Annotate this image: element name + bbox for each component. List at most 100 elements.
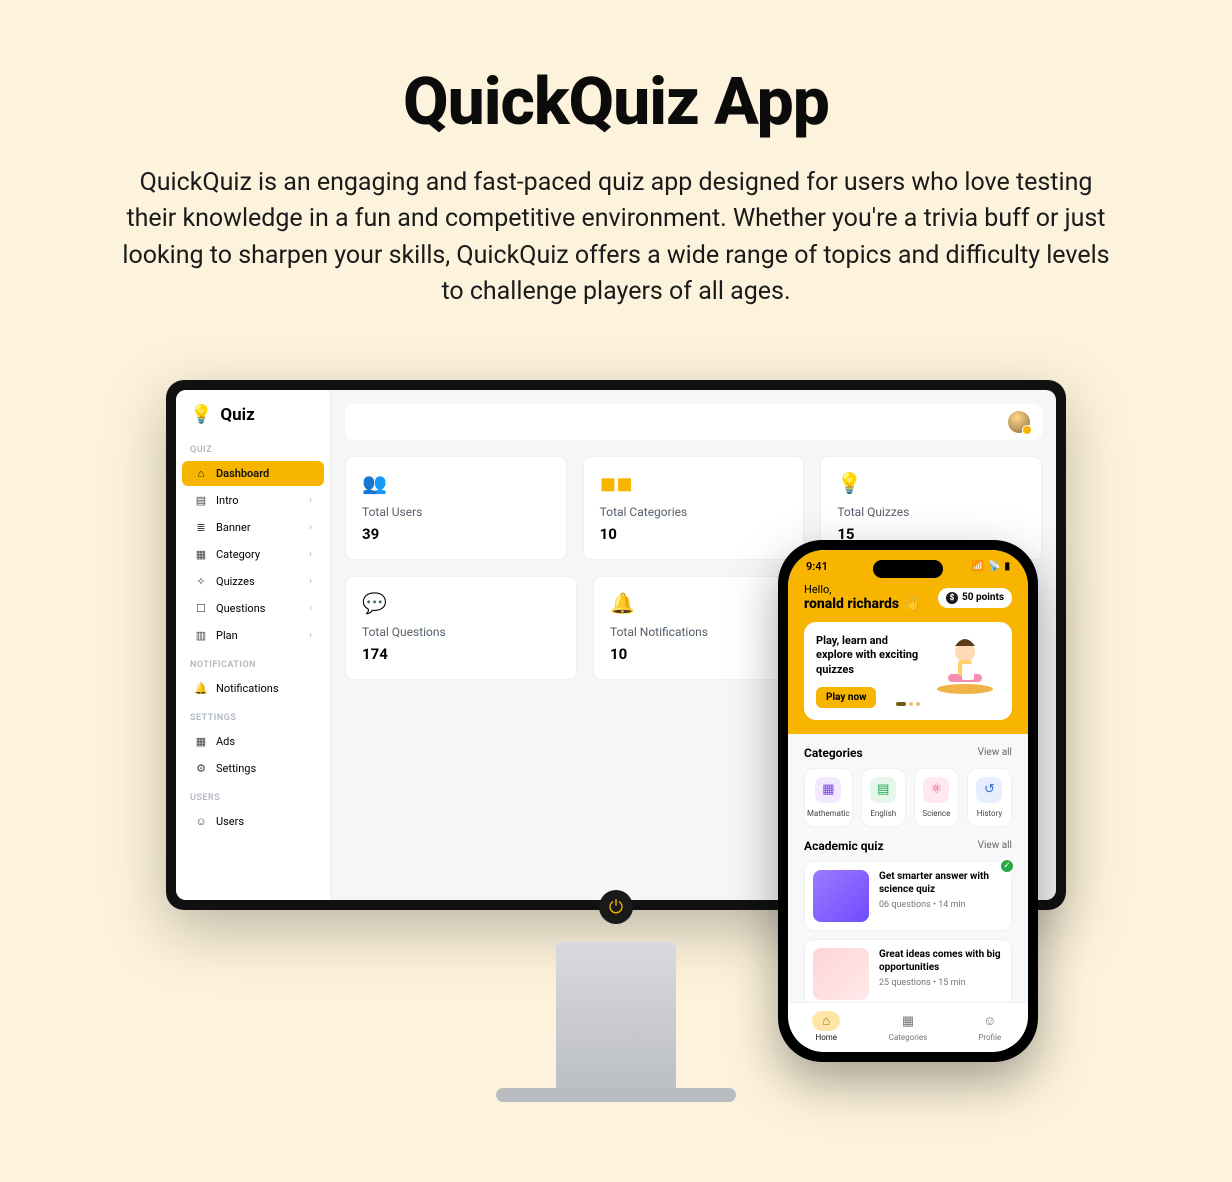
question-icon: ☐	[194, 602, 208, 615]
sidebar-item-label: Dashboard	[216, 467, 269, 480]
banner-icon: ≣	[194, 521, 208, 534]
category-label: Science	[917, 809, 956, 818]
chat-icon: 💬	[362, 591, 560, 615]
grid-icon: ▦	[194, 548, 208, 561]
sidebar-item-settings[interactable]: ⚙ Settings	[182, 756, 324, 781]
phone-mockup: 9:41 📶📡▮ Hello, ronald richards👋 $50 poi…	[778, 540, 1038, 1062]
gear-icon: ⚙	[194, 762, 208, 775]
history-icon: ↺	[976, 777, 1002, 803]
sidebar-item-label: Ads	[216, 735, 235, 748]
view-all-link[interactable]: View all	[978, 840, 1012, 851]
grid-icon: ▦	[894, 1011, 922, 1031]
stat-label: Total Questions	[362, 625, 560, 639]
sidebar-item-ads[interactable]: ▦ Ads	[182, 729, 324, 754]
sidebar-item-notifications[interactable]: 🔔 Notifications	[182, 676, 324, 701]
home-icon: ⌂	[812, 1011, 840, 1031]
topbar	[345, 404, 1042, 440]
sidebar-item-questions[interactable]: ☐ Questions ›	[182, 596, 324, 621]
sidebar-item-banner[interactable]: ≣ Banner ›	[182, 515, 324, 540]
sidebar-item-label: Intro	[216, 494, 239, 507]
users-icon: 👥	[362, 471, 550, 495]
sidebar-item-category[interactable]: ▦ Category ›	[182, 542, 324, 567]
play-now-button[interactable]: Play now	[816, 687, 876, 708]
section-label-users: USERS	[176, 783, 330, 807]
stat-value: 10	[600, 525, 788, 543]
chevron-right-icon: ›	[309, 576, 312, 587]
stat-value: 174	[362, 645, 560, 663]
coin-icon: $	[946, 592, 958, 604]
category-card-science[interactable]: ⚛ Science	[914, 768, 959, 827]
bulb-icon: 💡	[190, 404, 212, 425]
quiz-thumb	[813, 870, 869, 922]
wifi-icon: 📡	[988, 561, 1000, 572]
quiz-meta: 25 questions • 15 min	[879, 978, 1003, 988]
signal-icon: 📶	[972, 561, 984, 572]
sidebar-item-label: Questions	[216, 602, 265, 615]
sidebar-item-label: Notifications	[216, 682, 279, 695]
grid-icon: ◼◼	[600, 471, 788, 495]
quiz-meta: 06 questions • 14 min	[879, 900, 1003, 910]
plan-icon: ▥	[194, 629, 208, 642]
math-icon: ▦	[815, 777, 841, 803]
quiz-thumb	[813, 948, 869, 1000]
status-time: 9:41	[806, 560, 828, 573]
check-icon: ✓	[999, 858, 1015, 874]
sidebar-item-label: Category	[216, 548, 260, 561]
stat-label: Total Categories	[600, 505, 788, 519]
quiz-item[interactable]: Get smarter answer with science quiz 06 q…	[804, 861, 1012, 931]
section-label-settings: SETTINGS	[176, 703, 330, 727]
power-button-icon: ⏻	[599, 890, 633, 924]
category-label: History	[970, 809, 1009, 818]
tab-profile[interactable]: ☺Profile	[976, 1011, 1004, 1042]
academic-header: Academic quiz	[804, 839, 884, 853]
stat-label: Total Users	[362, 505, 550, 519]
bell-icon: 🔔	[194, 682, 208, 695]
brand-name: Quiz	[220, 405, 254, 425]
sidebar-item-intro[interactable]: ▤Intro›	[182, 488, 324, 513]
sidebar-item-label: Users	[216, 815, 244, 828]
tab-home[interactable]: ⌂ Home	[812, 1011, 840, 1042]
sidebar-item-label: Banner	[216, 521, 251, 534]
points-chip[interactable]: $50 points	[938, 588, 1012, 608]
category-card-english[interactable]: ▤English	[861, 768, 906, 827]
ads-icon: ▦	[194, 735, 208, 748]
quiz-title: Get smarter answer with science quiz	[879, 870, 1003, 896]
category-card-history[interactable]: ↺ History	[967, 768, 1012, 827]
sidebar-item-dashboard[interactable]: ⌂ Dashboard	[182, 461, 324, 486]
category-card-math[interactable]: ▦ Mathematic	[804, 768, 853, 827]
tab-label: Home	[815, 1033, 837, 1042]
science-icon: ⚛	[923, 777, 949, 803]
sidebar-item-label: Plan	[216, 629, 238, 642]
quiz-item[interactable]: Great ideas comes with big opportunities…	[804, 939, 1012, 1009]
tab-bar: ⌂ Home ▦ Categories ☺Profile	[788, 1002, 1028, 1052]
chevron-right-icon: ›	[309, 630, 312, 641]
sidebar-item-plan[interactable]: ▥ Plan ›	[182, 623, 324, 648]
username: ronald richards👋	[804, 596, 921, 612]
chevron-right-icon: ›	[309, 603, 312, 614]
english-icon: ▤	[870, 777, 896, 803]
sidebar-item-users[interactable]: ☺Users	[182, 809, 324, 834]
tab-categories[interactable]: ▦ Categories	[889, 1011, 928, 1042]
sidebar-item-label: Settings	[216, 762, 256, 775]
page-subtitle: QuickQuiz is an engaging and fast-paced …	[112, 165, 1120, 310]
category-label: Mathematic	[807, 809, 850, 818]
battery-icon: ▮	[1004, 561, 1010, 572]
stat-card-users: 👥 Total Users 39	[345, 456, 567, 560]
categories-header: Categories	[804, 746, 863, 760]
sidebar: 💡 Quiz QUIZ ⌂Dashboard ▤Intro› ≣Banner› …	[176, 390, 331, 900]
avatar[interactable]	[1008, 411, 1030, 433]
home-icon: ⌂	[194, 467, 208, 480]
stat-card-questions: 💬 Total Questions 174	[345, 576, 577, 680]
view-all-link[interactable]: View all	[978, 747, 1012, 758]
sidebar-item-quizzes[interactable]: ✧Quizzes›	[182, 569, 324, 594]
chevron-right-icon: ›	[309, 495, 312, 506]
promo-title: Play, learn and explore with exciting qu…	[816, 634, 922, 677]
chevron-right-icon: ›	[309, 549, 312, 560]
points-label: 50 points	[962, 592, 1004, 603]
chevron-right-icon: ›	[309, 522, 312, 533]
tab-label: Categories	[889, 1033, 928, 1042]
bulb-icon: 💡	[837, 471, 1025, 495]
stat-label: Total Quizzes	[837, 505, 1025, 519]
profile-icon: ☺	[976, 1011, 1004, 1031]
section-label-notification: NOTIFICATION	[176, 650, 330, 674]
